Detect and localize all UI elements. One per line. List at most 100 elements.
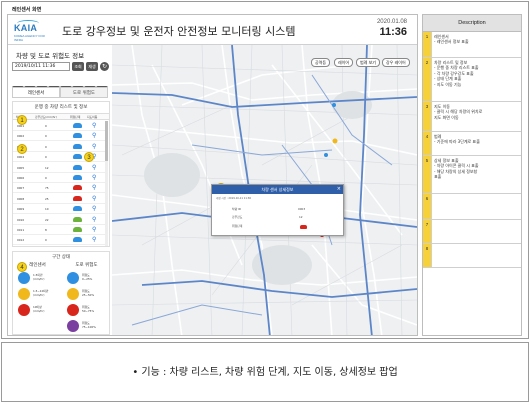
map-pin-icon[interactable]: ⚲ xyxy=(92,206,96,212)
map-pin-icon[interactable]: ⚲ xyxy=(92,216,96,223)
legend-label-line: (mm/hr) xyxy=(33,277,45,281)
vehicle-list-header: 차량 ID 강우강도(mm/hr) 위험단계 지도이동 xyxy=(13,113,109,120)
callout-2: 2 xyxy=(17,144,27,154)
vehicle-id: 0004 xyxy=(17,155,25,160)
map-button-layer[interactable]: 레이어 xyxy=(334,58,354,67)
legend-title: 구간 상태 xyxy=(52,255,70,260)
map-pin-icon[interactable]: ⚲ xyxy=(92,123,96,129)
table-row[interactable]: 0010 22 ⚲ xyxy=(13,215,105,225)
table-row[interactable]: 0005 12 ⚲ xyxy=(13,163,105,173)
caption-box: • 기능 : 차량 리스트, 차량 위험 단계, 지도 이동, 상세정보 팝업 xyxy=(1,342,529,402)
vehicle-id: 0011 xyxy=(17,228,25,232)
legend-label: 1.5미만 (mm/hr) xyxy=(33,273,45,281)
tab-road-risk[interactable]: 도로 위험도 xyxy=(60,87,108,98)
column-header: 지도이동 xyxy=(87,115,98,119)
vehicle-id: 0012 xyxy=(17,238,25,243)
app-window: KAIA KOREA AGENCY FOR INFRA 도로 강우정보 및 운전… xyxy=(7,14,418,336)
description-row: 8 xyxy=(423,244,521,268)
description-row: 5 상세 정보 표출 - 차량 아이콘 클릭 시 표출 - 해당 차량의 상세 정보창… xyxy=(423,156,521,194)
legend-label: 위험도 25~50% xyxy=(82,289,94,297)
play-button[interactable]: 재생 xyxy=(86,62,98,71)
caption-text: • 기능 : 차량 리스트, 차량 위험 단계, 지도 이동, 상세정보 팝업 xyxy=(132,367,398,378)
map-pin-icon[interactable]: ⚲ xyxy=(92,185,96,191)
table-row[interactable]: 0008 25 ⚲ xyxy=(13,194,105,204)
rain-intensity: 0 xyxy=(45,238,47,243)
description-number: 2 xyxy=(423,58,432,101)
search-button[interactable]: 조회 xyxy=(72,62,84,71)
car-icon xyxy=(73,185,82,191)
description-line: - 레인센서 정보 표출 xyxy=(434,39,469,45)
left-panel: 차량 및 도로 위험도 정보 2019/10/11 11:36 조회 재생 ↻ … xyxy=(8,45,112,335)
table-row[interactable]: 0011 8 ⚲ xyxy=(13,225,105,235)
close-icon[interactable]: × xyxy=(337,185,341,194)
description-text: 범례 - 기준에 따라 3단계로 표출 xyxy=(434,134,520,145)
description-header: Description xyxy=(423,15,521,32)
popup-measure-time: 측정 시간 : 2019-10-11 11:36 xyxy=(216,197,251,200)
map-pin-icon[interactable]: ⚲ xyxy=(92,227,96,233)
refresh-icon[interactable]: ↻ xyxy=(100,62,109,71)
description-number: 8 xyxy=(423,244,432,267)
table-row[interactable]: 0012 0 ⚲ xyxy=(13,235,105,246)
car-icon xyxy=(73,123,82,128)
description-text: 지도 이동 - 클릭 시 해당 차량의 위치로 지도 화면 이동 xyxy=(434,104,520,120)
panel-title: 차량 및 도로 위험도 정보 xyxy=(16,52,85,60)
table-row[interactable]: 0009 10 ⚲ xyxy=(13,204,105,215)
car-icon xyxy=(73,216,82,222)
description-text: 차량 리스트 및 정보 - 운행 중 차량 리스트 표출 - 각 차량 강우강도 표… xyxy=(434,60,520,87)
description-number: 3 xyxy=(423,102,432,131)
panel-tabs: 레인센서 도로 위험도 xyxy=(12,87,110,98)
description-table: Description 1 레인센서 - 레인센서 정보 표출 2 차량 리스트 및 정… xyxy=(422,14,522,336)
legend-col-risk: 도로 위험도 xyxy=(75,263,98,268)
legend-swatch-icon xyxy=(18,288,30,300)
map-pin-icon[interactable]: ⚲ xyxy=(92,237,96,243)
description-text: 상세 정보 표출 - 차량 아이콘 클릭 시 표출 - 해당 차량의 상세 정보창 … xyxy=(434,158,520,180)
legend-swatch-icon xyxy=(67,288,79,300)
rain-intensity: 25 xyxy=(45,196,49,201)
car-icon xyxy=(73,154,82,160)
legend-label: 위험도 75~100% xyxy=(82,321,96,329)
app-header: KAIA KOREA AGENCY FOR INFRA 도로 강우정보 및 운전… xyxy=(8,15,417,45)
car-icon xyxy=(73,206,82,212)
car-icon xyxy=(73,195,82,201)
map-pin-icon[interactable]: ⚲ xyxy=(92,143,96,150)
map-pin-icon[interactable]: ⚲ xyxy=(92,175,96,181)
table-row[interactable]: 0006 0 ⚲ xyxy=(13,173,105,183)
vehicle-id: 0006 xyxy=(17,176,25,180)
legend-swatch-icon xyxy=(18,272,30,284)
tab-rain-sensor[interactable]: 레인센서 xyxy=(12,87,60,98)
legend-swatch-icon xyxy=(67,304,79,316)
legend-label-line: (mm/hr) xyxy=(33,293,45,297)
callout-4: 4 xyxy=(17,262,27,272)
datetime-input[interactable]: 2019/10/11 11:36 xyxy=(12,62,70,71)
car-icon xyxy=(73,164,82,170)
map-button-legend[interactable]: 범례 보기 xyxy=(356,58,380,67)
map-button-rain-layer[interactable]: 강우 레이어 xyxy=(382,58,410,67)
column-header: 강우강도(mm/hr) xyxy=(35,115,57,119)
rain-intensity: 75 xyxy=(45,186,49,191)
map-pin-icon[interactable]: ⚲ xyxy=(92,164,96,171)
map-pin-icon[interactable]: ⚲ xyxy=(92,195,96,202)
vehicle-id: 0005 xyxy=(17,165,25,170)
vehicle-detail-popup: 차량 센서 상세정보 × 측정 시간 : 2019-10-11 11:36 차량… xyxy=(211,184,344,236)
rain-intensity: 0 xyxy=(45,144,47,149)
description-row: 3 지도 이동 - 클릭 시 해당 차량의 위치로 지도 화면 이동 xyxy=(423,102,521,132)
legend-label: 10이상 (mm/hr) xyxy=(33,305,45,313)
callout-1: 1 xyxy=(17,115,27,125)
scroll-thumb[interactable] xyxy=(105,121,108,161)
list-scrollbar[interactable] xyxy=(105,121,108,246)
logo-text: KAIA xyxy=(14,23,38,33)
map-button-1[interactable]: 공역등 xyxy=(311,58,331,67)
car-icon xyxy=(73,133,82,139)
description-row: 7 xyxy=(423,220,521,244)
rain-intensity: 8 xyxy=(45,228,47,232)
table-row[interactable]: 0001 0 ⚲ xyxy=(13,121,105,131)
map-pin-icon[interactable]: ⚲ xyxy=(92,133,96,139)
table-row[interactable]: 0002 0 ⚲ xyxy=(13,131,105,142)
rain-intensity: 0 xyxy=(45,155,47,160)
time-step-buttons: -30m-10m-5m-1m+1m+5m+10m+30m xyxy=(12,75,112,93)
car-icon xyxy=(73,143,82,149)
callout-3: 3 xyxy=(84,152,94,162)
popup-cell: 강우강도 xyxy=(232,215,243,219)
description-line: 표출 xyxy=(434,174,442,180)
table-row[interactable]: 0007 75 ⚲ xyxy=(13,183,105,194)
